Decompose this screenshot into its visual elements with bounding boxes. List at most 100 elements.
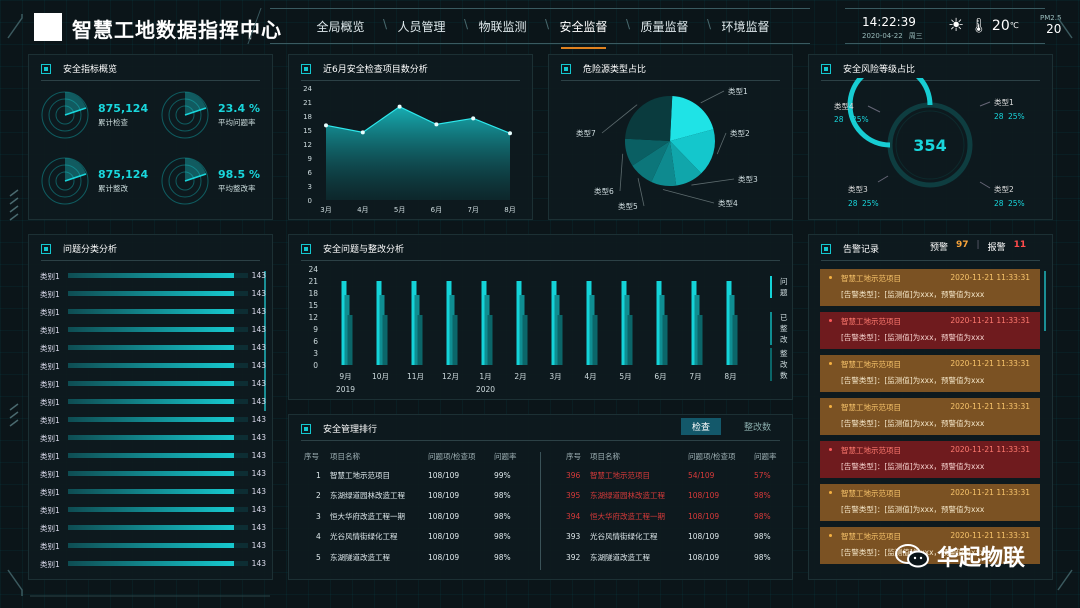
- y-tick-label: 12: [308, 313, 318, 322]
- tab-inspection[interactable]: 检查: [681, 418, 722, 435]
- table-row[interactable]: 392 东湖隧道改造工程 108/109 98%: [566, 547, 784, 568]
- row-project: 东湖隧道改造工程: [330, 552, 390, 562]
- category-row: 类别1 143: [40, 520, 266, 538]
- category-bar-fill: [68, 327, 234, 332]
- panel-title: 安全管理排行: [323, 425, 378, 435]
- alert-card-alarm[interactable]: 智慧工地示范项目 2020-11-21 11:33:31 [告警类型]：[监测值]为…: [820, 441, 1040, 478]
- row-rate: 98%: [494, 511, 511, 521]
- data-point: [397, 104, 402, 109]
- category-bar-fill: [68, 561, 234, 566]
- bullet-icon: [829, 319, 832, 322]
- legend-label: 整改数: [780, 348, 788, 380]
- category-row: 类别1 143: [40, 394, 266, 412]
- alert-card-warn[interactable]: 智慧工地示范项目 2020-11-21 11:33:31 [告警类型]：[监测值]为…: [820, 398, 1040, 435]
- table-row[interactable]: 3 恒大华府改造工程一期 108/109 98%: [304, 506, 524, 527]
- row-rate: 98%: [754, 491, 771, 501]
- row-index: 5: [316, 552, 321, 562]
- row-index: 395: [566, 491, 581, 501]
- alert-card-warn[interactable]: 智慧工地示范项目 2020-11-21 11:33:31 [告警类型]：[监测值]为…: [820, 355, 1040, 392]
- x-tick-label: 5月: [394, 206, 405, 214]
- watermark: 华起物联: [895, 540, 1025, 572]
- category-list: 类别1 143 类别1 143 类别1 143 类别1 143 类别1 143 类别1 143 类别1 1…: [28, 268, 273, 569]
- alarm-count: 11: [1013, 240, 1027, 250]
- alert-project: 智慧工地示范项目: [841, 274, 901, 283]
- category-label: 类别1: [40, 488, 60, 497]
- table-row[interactable]: 396 智慧工地示范项目 54/109 57%: [566, 465, 784, 486]
- alert-time: 2020-11-21 11:33:31: [950, 445, 1030, 454]
- kpi-value: 875,124: [98, 168, 149, 181]
- table-row[interactable]: 395 东湖绿道园林改造工程 108/109 98%: [566, 486, 784, 507]
- nav-tab-overview[interactable]: 全局概览 \: [300, 17, 387, 35]
- alert-card-alarm[interactable]: 智慧工地示范项目 2020-11-21 11:33:31 [告警类型]：[监测值]为…: [820, 312, 1040, 349]
- col-project: 项目名称: [330, 451, 360, 461]
- scrollbar[interactable]: [1044, 271, 1046, 331]
- table-row[interactable]: 5 东湖隧道改造工程 108/109 98%: [304, 547, 524, 568]
- row-ratio: 108/109: [428, 552, 460, 562]
- pie-leader-line: [691, 178, 735, 186]
- category-bar-track: [68, 507, 248, 512]
- kpi-avg-issue-rate: 23.4 % 平均问题率: [160, 90, 260, 140]
- category-bar-fill: [68, 345, 234, 350]
- pie-leader-line: [716, 132, 727, 155]
- nav-tab-quality[interactable]: 质量监督 \: [624, 17, 711, 35]
- x-tick-label: 11月: [407, 372, 424, 381]
- table-row[interactable]: 4 光谷风情街绿化工程 108/109 98%: [304, 527, 524, 548]
- row-project: 东湖绿道园林改造工程: [330, 491, 405, 501]
- panel-title: 安全风险等级占比: [843, 65, 916, 75]
- row-index: 3: [316, 511, 321, 521]
- area-fill: [326, 106, 510, 200]
- alert-card-warn[interactable]: 智慧工地示范项目 2020-11-21 11:33:31 [告警类型]：[监测值]为…: [820, 269, 1040, 306]
- row-ratio: 108/109: [688, 552, 720, 562]
- category-label: 类别1: [40, 326, 60, 335]
- table-row[interactable]: 394 恒大华府改造工程一期 108/109 98%: [566, 506, 784, 527]
- radar-icon: [161, 157, 209, 205]
- pie-label: 类型3: [738, 174, 758, 184]
- alert-card-warn[interactable]: 智慧工地示范项目 2020-11-21 11:33:31 [告警类型]：[监测值]为…: [820, 484, 1040, 521]
- pie-label: 类型6: [594, 186, 614, 196]
- pm25-value: 20: [1046, 22, 1062, 36]
- category-value: 143: [251, 433, 266, 442]
- x-tick-label: 12月: [442, 372, 459, 381]
- risk-label-2: 类型2: [994, 184, 1014, 194]
- kpi-total-checks: 875,124 累计检查: [40, 90, 148, 140]
- table-row[interactable]: 1 智慧工地示范项目 108/109 99%: [304, 465, 524, 486]
- warn-count: 97: [956, 240, 969, 250]
- legend-swatch: [770, 348, 772, 381]
- table-row[interactable]: 393 光谷风情街绿化工程 108/109 98%: [566, 527, 784, 548]
- category-bar-fill: [68, 507, 234, 512]
- table-row[interactable]: 2 东湖绿道园林改造工程 108/109 98%: [304, 486, 524, 507]
- alert-detail: [告警类型]：[监测值]为xxx，预警值为xxx: [841, 419, 985, 428]
- bar-整改数: [417, 315, 423, 365]
- panel-title: 告警记录: [843, 245, 880, 255]
- risk-count-2: 28: [994, 199, 1004, 208]
- nav-tab-safety[interactable]: 安全监督 \: [543, 17, 630, 49]
- clock-time: 14:22:39: [862, 15, 916, 29]
- risk-pct-2: 25%: [1008, 199, 1025, 208]
- tab-rectify-count[interactable]: 整改数: [733, 418, 782, 435]
- kpi-total-rectified: 875,124 累计整改: [40, 156, 148, 206]
- row-project: 智慧工地示范项目: [590, 470, 650, 480]
- category-value: 143: [251, 541, 266, 550]
- pie-slice: [625, 96, 673, 141]
- row-rate: 98%: [754, 552, 771, 562]
- main-nav: 全局概览 \ 人员管理 \ 物联监测 \ 安全监督 \ 质量监督 \ 环境监督: [300, 17, 786, 49]
- category-row: 类别1 143: [40, 448, 266, 466]
- row-project: 光谷风情街绿化工程: [590, 532, 658, 542]
- pm25-label: PM2.5: [1040, 14, 1062, 22]
- row-ratio: 108/109: [428, 470, 460, 480]
- hazard-pie-chart: 类型1 类型2 类型3 类型4 类型5 类型6 类型7: [576, 86, 758, 211]
- bar-整改数: [347, 315, 353, 365]
- row-index: 393: [566, 532, 581, 542]
- bullet-icon: [829, 448, 832, 451]
- nav-tab-personnel[interactable]: 人员管理 \: [381, 17, 468, 35]
- y-tick-label: 24: [303, 85, 312, 93]
- nav-tab-environment[interactable]: 环境监督: [705, 18, 786, 35]
- radar-icon: [161, 91, 209, 139]
- row-ratio: 108/109: [688, 532, 720, 542]
- wechat-icon: [895, 544, 929, 568]
- clock-weekday: 周三: [908, 32, 923, 40]
- risk-label-3: 类型3: [848, 184, 868, 194]
- nav-tab-iot[interactable]: 物联监测 \: [462, 17, 549, 35]
- pie-leader-line: [662, 189, 715, 204]
- category-bar-fill: [68, 471, 234, 476]
